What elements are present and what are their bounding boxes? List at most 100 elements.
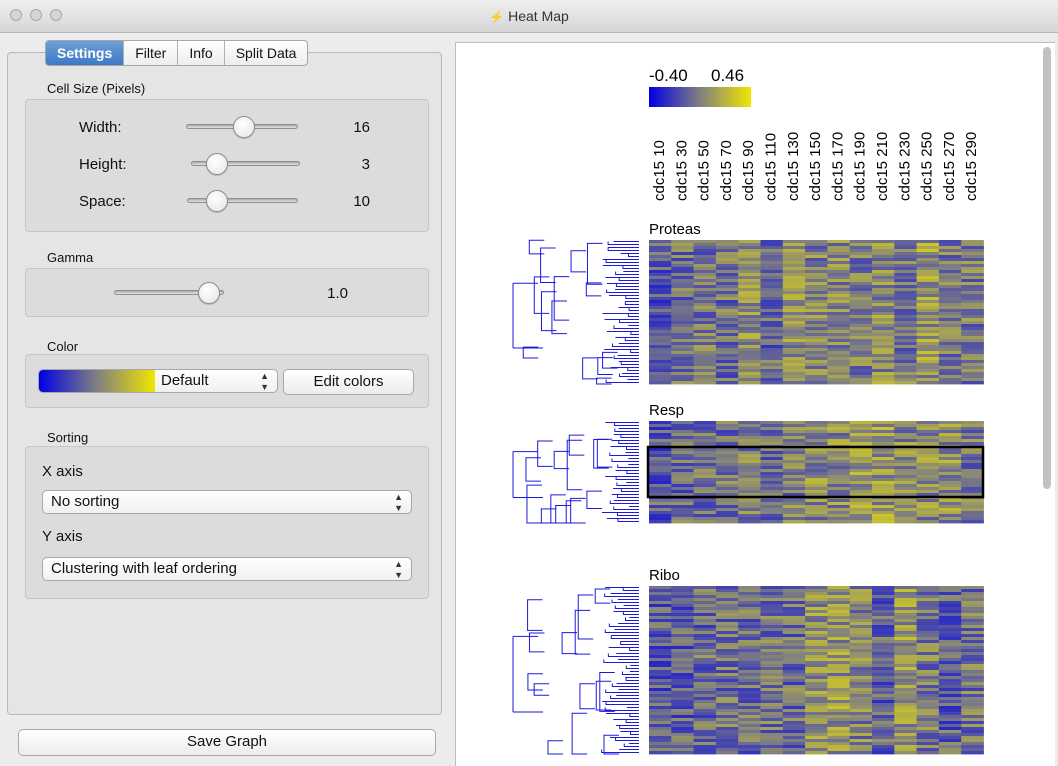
heatmap-cell bbox=[805, 592, 828, 596]
heatmap-cell bbox=[961, 297, 984, 301]
heatmap-cell bbox=[827, 336, 851, 340]
heatmap-cell bbox=[782, 667, 806, 671]
heatmap-cell bbox=[782, 745, 806, 749]
heatmap-cell bbox=[961, 643, 984, 647]
tab-info[interactable]: Info bbox=[177, 41, 223, 65]
space-slider-knob[interactable] bbox=[206, 190, 228, 212]
heatmap-cell bbox=[938, 324, 962, 328]
heatmap-cell bbox=[715, 481, 739, 485]
heatmap-cell bbox=[738, 264, 761, 268]
heatmap-cell bbox=[894, 448, 917, 452]
heatmap-cell bbox=[961, 309, 984, 313]
heatmap-cell bbox=[671, 673, 694, 677]
heatmap-cell bbox=[671, 451, 694, 455]
heatmap-cell bbox=[693, 469, 717, 473]
heatmap-cell bbox=[894, 357, 917, 361]
heatmap-cell bbox=[671, 312, 694, 316]
heatmap-cell bbox=[894, 589, 917, 593]
tab-filter[interactable]: Filter bbox=[123, 41, 177, 65]
heatmap-cell bbox=[782, 321, 806, 325]
heatmap-cell bbox=[693, 351, 717, 355]
heatmap-cell bbox=[894, 276, 917, 280]
heatmap-cell bbox=[738, 255, 761, 259]
heatmap-cell bbox=[961, 282, 984, 286]
heatmap-cell bbox=[715, 715, 739, 719]
heatmap-cell bbox=[671, 442, 694, 446]
heatmap-cell bbox=[760, 448, 784, 452]
heatmap-cell bbox=[738, 670, 761, 674]
heatmap-cell bbox=[738, 300, 761, 304]
heatmap-cell bbox=[782, 294, 806, 298]
heatmap-cell bbox=[649, 721, 672, 725]
heatmap-cell bbox=[649, 430, 672, 434]
heatmap-cell bbox=[715, 646, 739, 650]
heatmap-cell bbox=[961, 613, 984, 617]
tab-settings[interactable]: Settings bbox=[46, 41, 124, 65]
heatmap-cell bbox=[938, 463, 962, 467]
heatmap-cell bbox=[805, 508, 828, 512]
heatmap-cell bbox=[938, 700, 962, 704]
heatmap-cell bbox=[916, 709, 940, 713]
heatmap-cell bbox=[938, 631, 962, 635]
heatmap-cell bbox=[894, 598, 917, 602]
heatmap-cell bbox=[849, 454, 873, 458]
heatmap-cell bbox=[738, 430, 761, 434]
heatmap-cell bbox=[894, 303, 917, 307]
heatmap-cell bbox=[760, 282, 784, 286]
x-axis-sort-select[interactable]: No sorting ▲ ▼ bbox=[42, 490, 412, 514]
space-slider[interactable] bbox=[187, 198, 298, 203]
heatmap-cell bbox=[671, 466, 694, 470]
heatmap-cell bbox=[649, 712, 672, 716]
heatmap-cell bbox=[827, 466, 851, 470]
heatmap-cell bbox=[872, 354, 895, 358]
heatmap-cell bbox=[760, 721, 784, 725]
heatmap-cell bbox=[760, 291, 784, 295]
heatmap-cell bbox=[805, 661, 828, 665]
heatmap-cell bbox=[827, 252, 851, 256]
heatmap-cell bbox=[649, 463, 672, 467]
heatmap-cell bbox=[760, 294, 784, 298]
heatmap-cell bbox=[894, 424, 917, 428]
tab-split-data[interactable]: Split Data bbox=[223, 41, 308, 65]
heatmap-cell bbox=[916, 733, 940, 737]
heatmap-cell bbox=[760, 715, 784, 719]
height-slider-knob[interactable] bbox=[206, 153, 228, 175]
heatmap-cell bbox=[693, 637, 717, 641]
heatmap-cell bbox=[782, 366, 806, 370]
heatmap-cell bbox=[872, 619, 895, 623]
heatmap-cell bbox=[916, 511, 940, 515]
heatmap-cell bbox=[738, 375, 761, 379]
heatmap-cell bbox=[872, 351, 895, 355]
color-scheme-select[interactable]: Default ▲ ▼ bbox=[38, 369, 278, 393]
heatmap-cell bbox=[961, 378, 984, 382]
heatmap-cell bbox=[849, 261, 873, 265]
heatmap-cell bbox=[916, 505, 940, 509]
width-slider-knob[interactable] bbox=[233, 116, 255, 138]
heatmap-cell bbox=[849, 613, 873, 617]
heatmap-cell bbox=[849, 631, 873, 635]
heatmap-cell bbox=[738, 619, 761, 623]
space-label: Space: bbox=[79, 193, 126, 210]
heatmap-cell bbox=[649, 433, 672, 437]
heatmap-canvas[interactable]: -0.40 0.46 cdc15 10 cdc15 30 cdc15 50 cdc15… bbox=[455, 42, 1055, 766]
heatmap-cell bbox=[671, 700, 694, 704]
y-axis-sort-select[interactable]: Clustering with leaf ordering ▲ ▼ bbox=[42, 557, 412, 581]
heatmap-cell bbox=[916, 424, 940, 428]
heatmap-cell bbox=[961, 336, 984, 340]
scrollbar-thumb[interactable] bbox=[1043, 47, 1051, 489]
heatmap-cell bbox=[782, 751, 806, 755]
heatmap-cell bbox=[805, 240, 828, 244]
heatmap-cell bbox=[849, 348, 873, 352]
dendrogram bbox=[512, 239, 639, 385]
heatmap-cell bbox=[760, 472, 784, 476]
heatmap-cell bbox=[894, 258, 917, 262]
vertical-scrollbar[interactable] bbox=[1040, 45, 1054, 765]
heatmap-cell bbox=[827, 736, 851, 740]
gamma-slider-knob[interactable] bbox=[198, 282, 220, 304]
heatmap-cell bbox=[738, 700, 761, 704]
heatmap-cell bbox=[849, 667, 873, 671]
heatmap-cell bbox=[827, 309, 851, 313]
heatmap-cell bbox=[827, 285, 851, 289]
edit-colors-button[interactable]: Edit colors bbox=[283, 369, 414, 395]
save-graph-button[interactable]: Save Graph bbox=[18, 729, 436, 756]
